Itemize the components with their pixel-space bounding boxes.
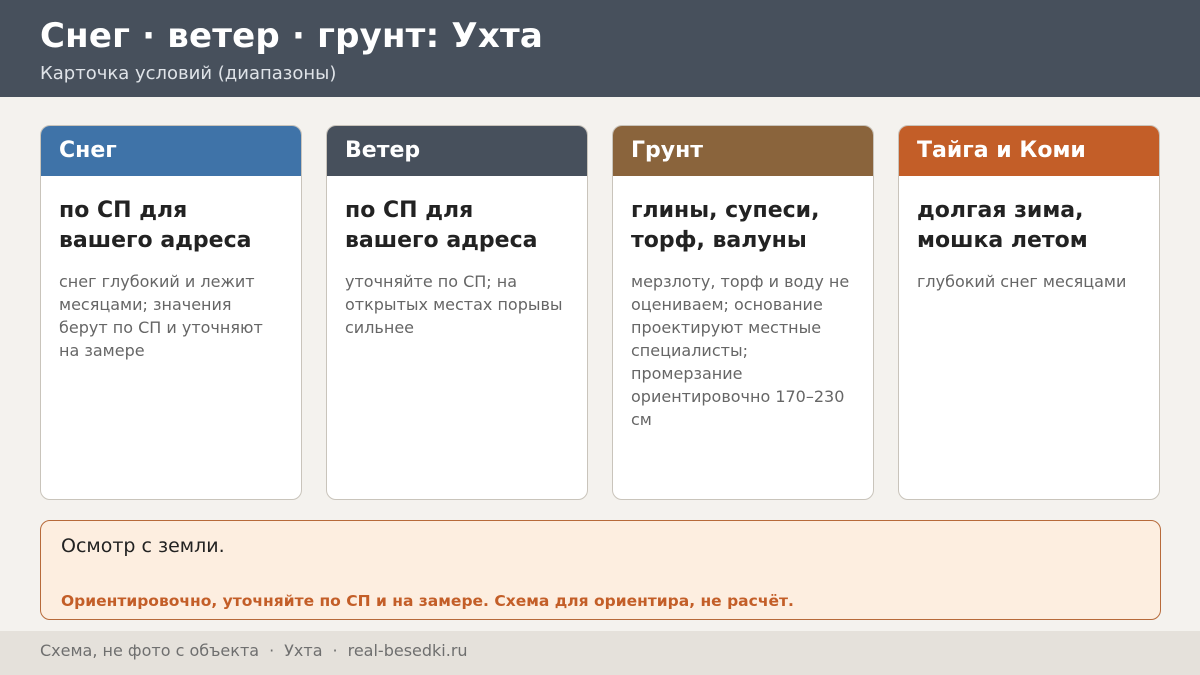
card-snow-title: Снег — [41, 126, 301, 176]
card-snow-main: по СП для вашего адреса — [59, 198, 252, 253]
card-soil-main: глины, супеси, торф, валуны — [631, 198, 820, 253]
footer-city: Ухта — [284, 641, 323, 660]
card-soil-note: мерзлоту, торф и воду не оцениваем; осно… — [631, 272, 850, 429]
card-soil: Грунт глины, супеси, торф, валуны мерзло… — [612, 125, 874, 500]
footer-separator: · — [332, 641, 338, 660]
card-taiga: Тайга и Коми долгая зима, мошка летом гл… — [898, 125, 1160, 500]
notice-warning: Ориентировочно, уточняйте по СП и на зам… — [61, 592, 794, 610]
footer-bar: Схема, не фото с объекта · Ухта · real-besed… — [0, 631, 1200, 675]
card-taiga-main: долгая зима, мошка летом — [917, 198, 1088, 253]
footer-caption: Схема, не фото с объекта — [40, 641, 260, 660]
footer-text: Схема, не фото с объекта · Ухта · real-besed… — [40, 641, 468, 660]
card-taiga-note: глубокий снег месяцами — [917, 272, 1127, 291]
card-soil-title: Грунт — [613, 126, 873, 176]
page-title: Снег · ветер · грунт: Ухта — [40, 16, 544, 56]
card-snow: Снег по СП для вашего адреса снег глубок… — [40, 125, 302, 500]
card-wind: Ветер по СП для вашего адреса уточняйте … — [326, 125, 588, 500]
notice-box: Осмотр с земли. Ориентировочно, уточняйт… — [40, 520, 1161, 620]
footer-separator: · — [269, 641, 275, 660]
card-taiga-title: Тайга и Коми — [899, 126, 1159, 176]
footer-site-link[interactable]: real-besedki.ru — [348, 641, 468, 660]
card-wind-note: уточняйте по СП; на открытых местах поры… — [345, 272, 563, 337]
card-wind-main: по СП для вашего адреса — [345, 198, 538, 253]
header-bar: Снег · ветер · грунт: Ухта Карточка усло… — [0, 0, 1200, 97]
card-wind-title: Ветер — [327, 126, 587, 176]
card-snow-note: снег глубокий и лежит месяцами; значения… — [59, 272, 263, 360]
notice-text: Осмотр с земли. — [61, 535, 225, 557]
page-subtitle: Карточка условий (диапазоны) — [40, 63, 337, 84]
